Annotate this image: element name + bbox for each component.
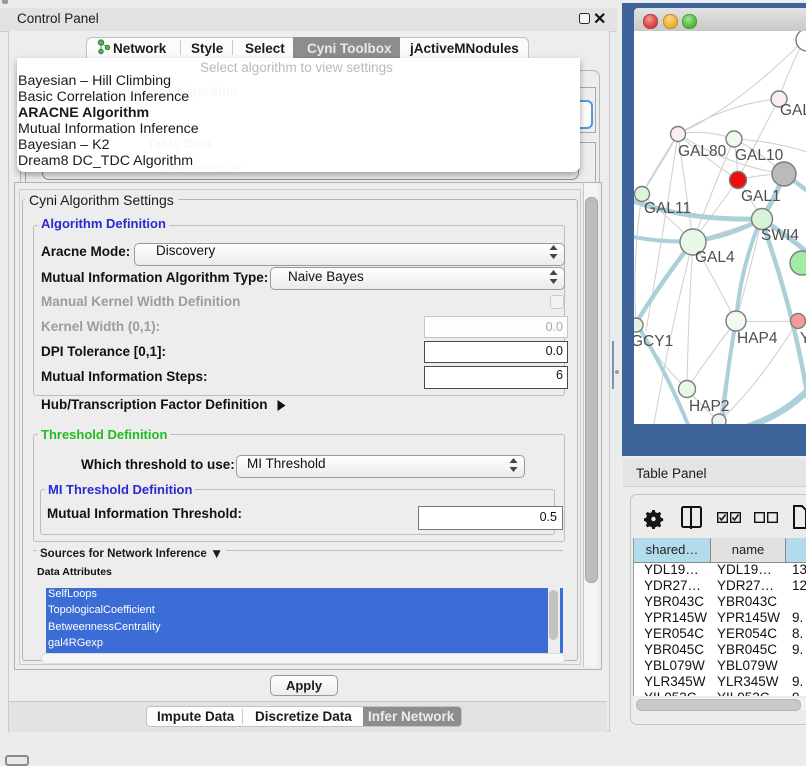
svg-text:GAL1: GAL1 bbox=[741, 188, 781, 205]
svg-text:GCY1: GCY1 bbox=[634, 333, 673, 350]
svg-text:Y: Y bbox=[800, 330, 806, 347]
svg-text:GAL80: GAL80 bbox=[678, 143, 727, 160]
svg-text:GAL4: GAL4 bbox=[695, 249, 735, 266]
svg-text:GAL11: GAL11 bbox=[644, 200, 691, 217]
svg-text:HAP4: HAP4 bbox=[737, 330, 778, 347]
svg-text:GAL7: GAL7 bbox=[780, 102, 806, 119]
svg-text:SWI4: SWI4 bbox=[761, 227, 799, 244]
svg-text:GAL10: GAL10 bbox=[735, 147, 784, 164]
svg-text:HAP2: HAP2 bbox=[689, 398, 730, 415]
